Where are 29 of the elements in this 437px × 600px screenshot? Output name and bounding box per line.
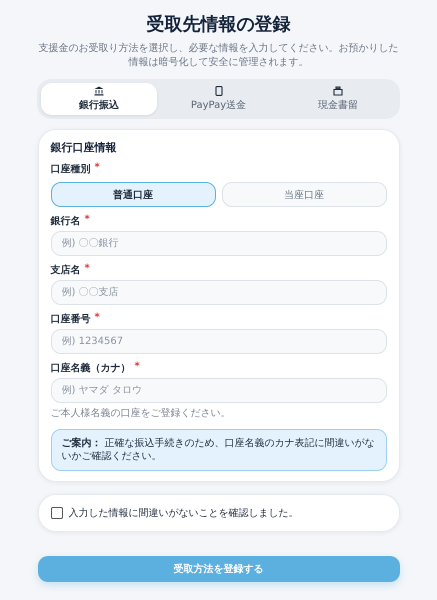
payment-method-tab[interactable]: PayPay送金 (160, 83, 276, 115)
required-mark: * (134, 361, 140, 374)
bank-icon (94, 86, 104, 96)
input-field[interactable]: 例) 1234567 (50, 329, 386, 354)
required-mark: * (94, 162, 100, 175)
field-label: 口座番号 (50, 312, 90, 326)
page-title: 受取先情報の登録 (146, 13, 290, 36)
page-description: 支援金のお受取り方法を選択し、必要な情報を入力してください。お預かりした情報は暗号化して安全に管理されます。 (38, 42, 398, 69)
field-hint: ご本人様名義の口座をご登録ください。 (50, 406, 232, 420)
account-type-option[interactable]: 当座口座 (222, 182, 386, 207)
required-mark: * (94, 312, 100, 325)
notice-message: ご案内： 正確な振込手続きのため、口座名義のカナ表記に間違いがないかご確認ください。 (50, 429, 386, 471)
account-type-option[interactable]: 普通口座 (50, 182, 216, 207)
required-mark: * (84, 263, 90, 276)
field-label: 口座名義（カナ） (50, 361, 130, 375)
payment-method-tab[interactable]: 銀行振込 (41, 83, 157, 115)
input-field[interactable]: 例) ヤマダ タロウ (50, 378, 386, 403)
checkbox[interactable] (50, 507, 62, 519)
checkbox-label: 入力した情報に間違いがないことを確認しました。 (68, 506, 298, 520)
input-field[interactable]: 例) 〇〇支店 (50, 280, 386, 305)
field-label: 銀行名 (50, 214, 80, 228)
required-mark: * (84, 214, 90, 227)
section-heading: 銀行口座情報 (50, 140, 118, 155)
field-label: 支店名 (50, 263, 80, 277)
payment-method-tab[interactable]: 現金書留 (280, 83, 396, 115)
box-icon (333, 86, 344, 96)
phone-icon (214, 86, 222, 96)
input-field[interactable]: 例) 〇〇銀行 (50, 231, 386, 256)
field-label: 口座種別 (50, 162, 90, 176)
